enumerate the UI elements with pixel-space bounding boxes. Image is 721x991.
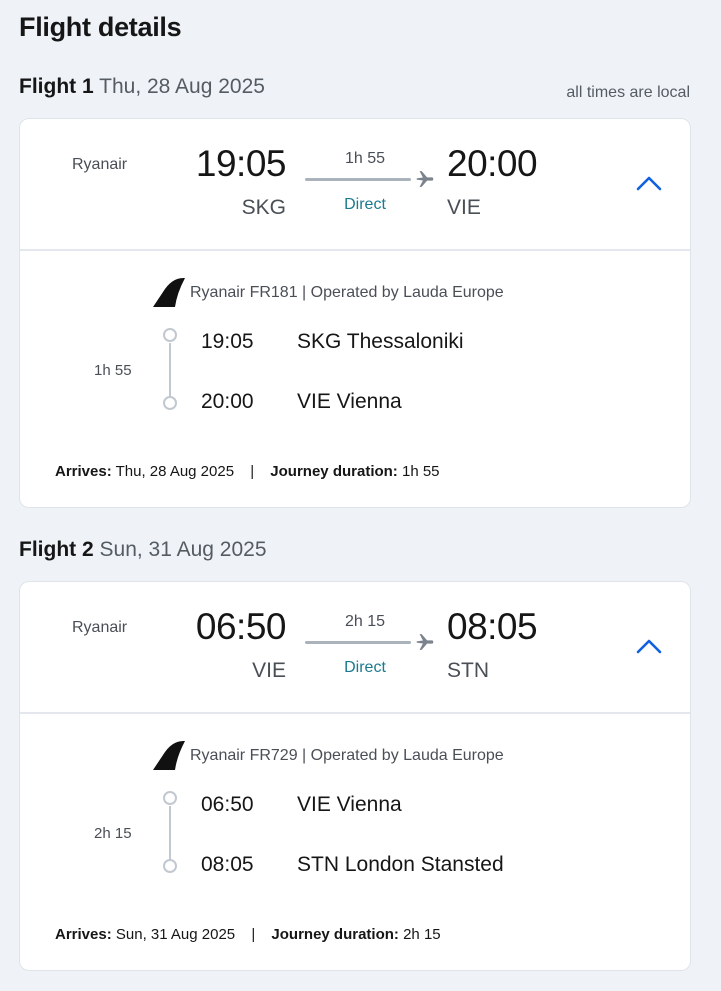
departure-time: 19:05 <box>195 143 287 184</box>
journey-duration-value: 2h 15 <box>403 926 441 943</box>
footer-separator: | <box>250 463 255 480</box>
segment-departure-place: SKG Thessaloniki <box>297 330 464 353</box>
flight-date: Sun, 31 Aug 2025 <box>99 538 267 561</box>
departure-airport-code: SKG <box>241 196 286 219</box>
flight-duration: 1h 55 <box>344 150 386 167</box>
arrives-label: Arrives: <box>55 926 112 943</box>
departure-airport-code: VIE <box>252 659 286 682</box>
stops-label: Direct <box>344 196 386 213</box>
arrival-time: 08:05 <box>447 606 538 647</box>
arrives-value: Thu, 28 Aug 2025 <box>115 463 235 480</box>
carrier-info: Ryanair FR729 | Operated by Lauda Europe <box>190 747 504 764</box>
flight-detail: Ryanair FR729 | Operated by Lauda Europe… <box>20 714 690 970</box>
segment-arrival-place: STN London Stansted <box>297 853 504 876</box>
airline-name: Ryanair <box>72 156 128 173</box>
timeline-dot-departure <box>163 791 177 805</box>
flight-duration: 2h 15 <box>344 613 386 630</box>
flight-label: Flight 1 <box>19 75 94 98</box>
segment-departure-time: 06:50 <box>201 793 254 816</box>
journey-duration-value: 1h 55 <box>401 463 440 480</box>
flight-footer: Arrives: Thu, 28 Aug 2025 | Journey dura… <box>55 463 440 480</box>
flight-footer: Arrives: Sun, 31 Aug 2025 | Journey dura… <box>55 926 441 943</box>
journey-duration-label: Journey duration: <box>271 926 399 943</box>
airline-tail-logo <box>153 740 185 770</box>
timeline-dot-departure <box>163 328 177 342</box>
segment-duration: 2h 15 <box>94 825 132 842</box>
arrival-airport-code: VIE <box>447 196 481 219</box>
route-line <box>305 641 411 644</box>
flight-date: Thu, 28 Aug 2025 <box>99 75 265 98</box>
airline-tail-logo <box>153 277 185 307</box>
flight-label: Flight 2 <box>19 538 94 561</box>
segment-arrival-time: 20:00 <box>201 390 254 413</box>
local-times-note: all times are local <box>566 84 690 101</box>
timeline-line <box>169 806 171 862</box>
flight-1-header: Flight 1 Thu, 28 Aug 2025 <box>19 74 265 100</box>
journey-duration-label: Journey duration: <box>270 463 398 480</box>
flight-1-card: Ryanair 19:05 1h 55 20:00 SKG Direct VIE… <box>19 118 691 508</box>
flight-summary[interactable]: Ryanair 06:50 2h 15 08:05 VIE Direct STN <box>20 582 690 714</box>
flight-2-card: Ryanair 06:50 2h 15 08:05 VIE Direct STN… <box>19 581 691 971</box>
timeline-dot-arrival <box>163 396 177 410</box>
chevron-up-icon[interactable] <box>634 636 664 656</box>
flight-summary[interactable]: Ryanair 19:05 1h 55 20:00 SKG Direct VIE <box>20 119 690 251</box>
segment-duration: 1h 55 <box>94 362 132 379</box>
flight-2-header: Flight 2 Sun, 31 Aug 2025 <box>19 537 267 563</box>
segment-arrival-time: 08:05 <box>201 853 254 876</box>
footer-separator: | <box>251 926 256 943</box>
arrives-label: Arrives: <box>55 463 112 480</box>
chevron-up-icon[interactable] <box>634 173 664 193</box>
plane-icon <box>416 634 434 650</box>
timeline-line <box>169 343 171 399</box>
arrives-value: Sun, 31 Aug 2025 <box>115 926 236 943</box>
stops-label: Direct <box>344 659 386 676</box>
plane-icon <box>416 171 434 187</box>
departure-time: 06:50 <box>195 606 287 647</box>
page-title: Flight details <box>19 12 182 42</box>
arrival-time: 20:00 <box>447 143 538 184</box>
carrier-info: Ryanair FR181 | Operated by Lauda Europe <box>190 284 504 301</box>
segment-departure-place: VIE Vienna <box>297 793 402 816</box>
flight-detail: Ryanair FR181 | Operated by Lauda Europe… <box>20 251 690 507</box>
route-line <box>305 178 411 181</box>
arrival-airport-code: STN <box>447 659 489 682</box>
segment-arrival-place: VIE Vienna <box>297 390 402 413</box>
airline-name: Ryanair <box>72 619 128 636</box>
timeline-dot-arrival <box>163 859 177 873</box>
segment-departure-time: 19:05 <box>201 330 254 353</box>
